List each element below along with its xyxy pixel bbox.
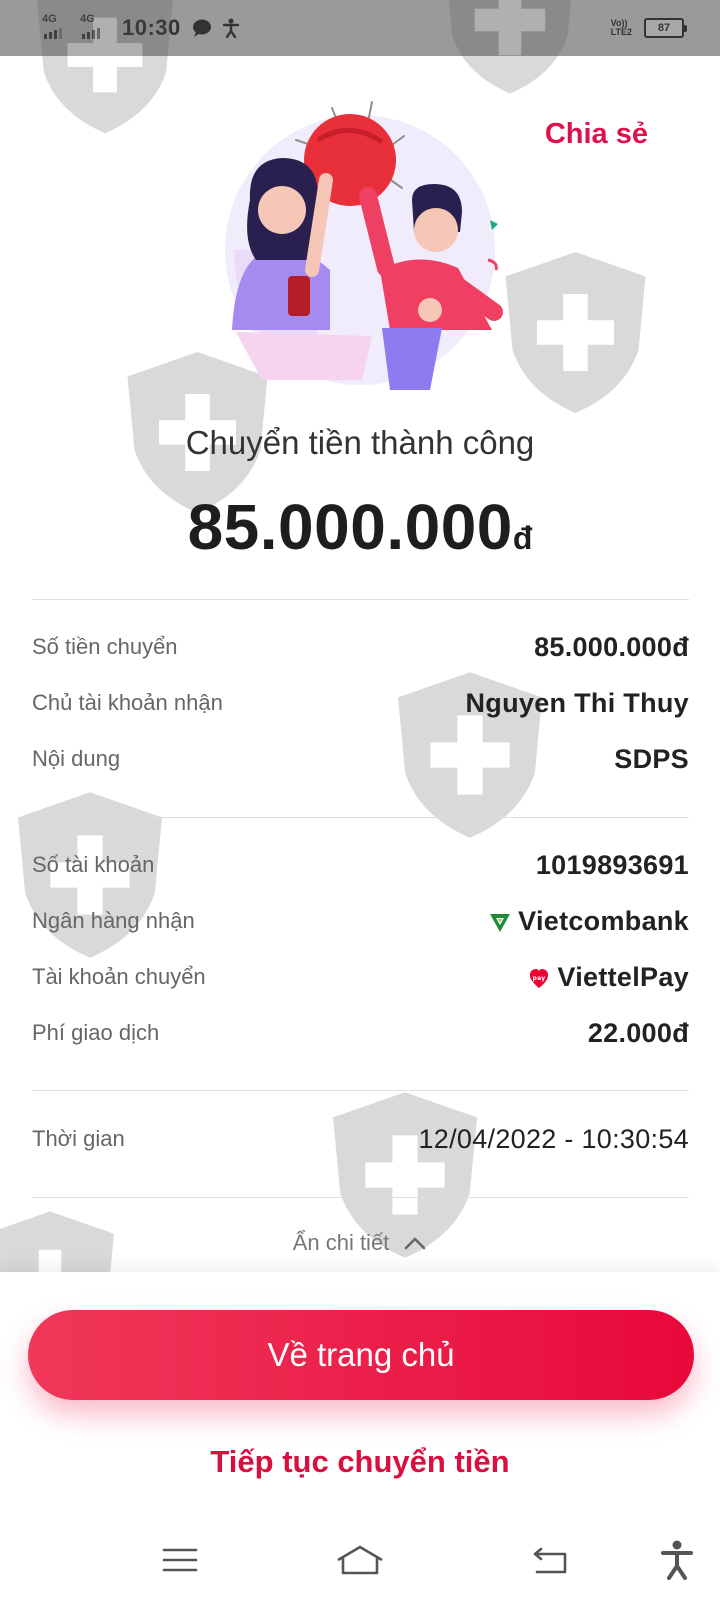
- divider: [32, 1090, 689, 1091]
- menu-icon[interactable]: [155, 1538, 205, 1582]
- detail-row-source-account: Tài khoản chuyển pay ViettelPay: [32, 962, 689, 1006]
- detail-row-amount: Số tiền chuyển 85.000.000đ: [32, 632, 689, 676]
- svg-text:pay: pay: [533, 975, 546, 982]
- detail-value-with-logo: Vietcombank: [488, 906, 689, 937]
- detail-value: SDPS: [614, 744, 689, 774]
- success-title: Chuyển tiền thành công: [185, 424, 535, 461]
- transfer-amount: 85.000.000đ: [0, 490, 720, 564]
- status-time: 10:30: [122, 15, 181, 40]
- detail-row-bank: Ngân hàng nhận Vietcombank: [32, 906, 689, 950]
- hide-details-toggle[interactable]: Ẩn chi tiết: [0, 1230, 720, 1256]
- detail-label: Số tiền chuyển: [32, 634, 178, 659]
- signal-bars-icon: [44, 28, 62, 39]
- detail-value: Nguyen Thi Thuy: [465, 688, 689, 718]
- detail-value-with-logo: pay ViettelPay: [527, 962, 689, 993]
- detail-value: 1019893691: [535, 850, 689, 880]
- detail-value: 12/04/2022 - 10:30:54: [418, 1124, 689, 1154]
- signal-bars-icon: [82, 28, 100, 39]
- detail-value: Vietcombank: [518, 906, 689, 936]
- network-type-2: 4G: [80, 13, 95, 25]
- detail-row-recipient: Chủ tài khoản nhận Nguyen Thi Thuy: [32, 688, 689, 732]
- shield-watermark-icon: [505, 252, 646, 413]
- message-icon: [191, 18, 213, 38]
- home-button[interactable]: Về trang chủ: [28, 1310, 694, 1400]
- detail-row-account-number: Số tài khoản 1019893691: [32, 850, 689, 894]
- viettelpay-logo-icon: pay: [530, 968, 549, 988]
- divider: [32, 817, 689, 818]
- status-bar: 4G 4G 10:30 Vo)) LTE2 87: [0, 0, 720, 56]
- network-type-1: 4G: [42, 13, 57, 25]
- signal-indicator-1: 4G: [40, 13, 76, 43]
- detail-label: Nội dung: [32, 746, 121, 771]
- home-icon[interactable]: [335, 1538, 385, 1582]
- detail-value: 85.000.000đ: [534, 632, 689, 662]
- detail-label: Tài khoản chuyển: [32, 964, 206, 989]
- volte-bottom-text: LTE2: [610, 27, 632, 37]
- detail-row-time: Thời gian 12/04/2022 - 10:30:54: [32, 1124, 689, 1168]
- vietcombank-logo-icon: [490, 913, 511, 932]
- detail-label: Thời gian: [32, 1126, 125, 1151]
- battery-level: 87: [657, 22, 671, 34]
- battery-icon: 87: [644, 18, 687, 38]
- detail-label: Số tài khoản: [32, 852, 155, 877]
- accessibility-icon[interactable]: [652, 1538, 702, 1582]
- amount-currency: đ: [512, 520, 533, 556]
- detail-label: Chủ tài khoản nhận: [32, 690, 223, 715]
- detail-value: ViettelPay: [557, 962, 689, 992]
- success-illustration: [225, 101, 503, 390]
- system-nav-bar: [0, 1520, 720, 1600]
- detail-label: Phí giao dịch: [32, 1020, 160, 1045]
- signal-indicator-2: 4G: [78, 13, 114, 43]
- detail-label: Ngân hàng nhận: [32, 908, 195, 933]
- divider: [32, 1197, 689, 1198]
- share-link[interactable]: Chia sẻ: [545, 118, 648, 151]
- accessibility-status-icon: [222, 18, 239, 38]
- detail-value: 22.000đ: [587, 1018, 689, 1048]
- hide-details-label: Ẩn chi tiết: [292, 1230, 390, 1255]
- divider: [32, 599, 689, 600]
- continue-transfer-button[interactable]: Tiếp tục chuyển tiền: [0, 1444, 720, 1480]
- chevron-up-icon: [404, 1237, 426, 1250]
- amount-value: 85.000.000: [187, 491, 513, 563]
- detail-row-content: Nội dung SDPS: [32, 744, 689, 788]
- volte-indicator: Vo)) LTE2: [611, 19, 632, 37]
- detail-row-fee: Phí giao dịch 22.000đ: [32, 1018, 689, 1062]
- back-icon[interactable]: [525, 1538, 575, 1582]
